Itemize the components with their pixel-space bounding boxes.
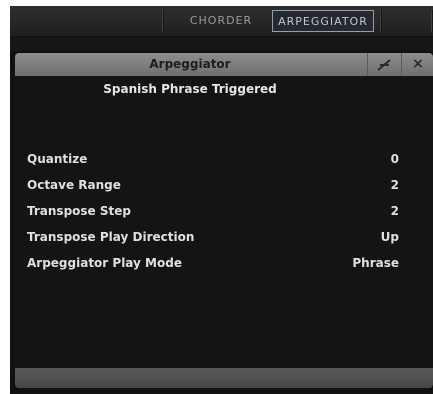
panel-titlebar: Arpeggiator × <box>15 53 433 76</box>
pin-icon[interactable] <box>371 53 397 76</box>
titlebar-divider <box>401 53 402 76</box>
param-row-octave-range[interactable]: Octave Range 2 <box>27 178 399 196</box>
mode-tab-bar: CHORDER ARPEGGIATOR <box>10 6 433 37</box>
status-text: Spanish Phrase Triggered <box>103 82 277 96</box>
close-icon[interactable]: × <box>405 53 431 76</box>
panel-gap <box>10 37 433 51</box>
param-row-quantize[interactable]: Quantize 0 <box>27 152 399 170</box>
param-label: Transpose Play Direction <box>27 230 195 244</box>
titlebar-divider <box>367 53 368 76</box>
arpeggiator-window: CHORDER ARPEGGIATOR Arpeggiator × Spanis… <box>0 0 433 394</box>
panel-footer <box>15 368 433 388</box>
tab-divider <box>162 10 164 32</box>
panel-title: Arpeggiator <box>149 57 231 71</box>
param-label: Octave Range <box>27 178 121 192</box>
param-row-arpeggiator-play-mode[interactable]: Arpeggiator Play Mode Phrase <box>27 256 399 274</box>
param-value[interactable]: Phrase <box>352 256 399 270</box>
param-label: Transpose Step <box>27 204 131 218</box>
tab-divider <box>380 10 382 32</box>
param-value[interactable]: 2 <box>391 204 399 218</box>
tab-chorder[interactable]: CHORDER <box>176 10 266 32</box>
param-row-transpose-play-direction[interactable]: Transpose Play Direction Up <box>27 230 399 248</box>
param-value[interactable]: 0 <box>391 152 399 166</box>
param-value[interactable]: Up <box>381 230 399 244</box>
param-label: Arpeggiator Play Mode <box>27 256 182 270</box>
param-value[interactable]: 2 <box>391 178 399 192</box>
tab-arpeggiator[interactable]: ARPEGGIATOR <box>272 10 374 32</box>
param-row-transpose-step[interactable]: Transpose Step 2 <box>27 204 399 222</box>
panel-body: Spanish Phrase Triggered Quantize 0 Octa… <box>15 76 433 368</box>
arpeggiator-panel: Arpeggiator × Spanish Phrase Triggered Q… <box>10 51 433 394</box>
param-label: Quantize <box>27 152 88 166</box>
